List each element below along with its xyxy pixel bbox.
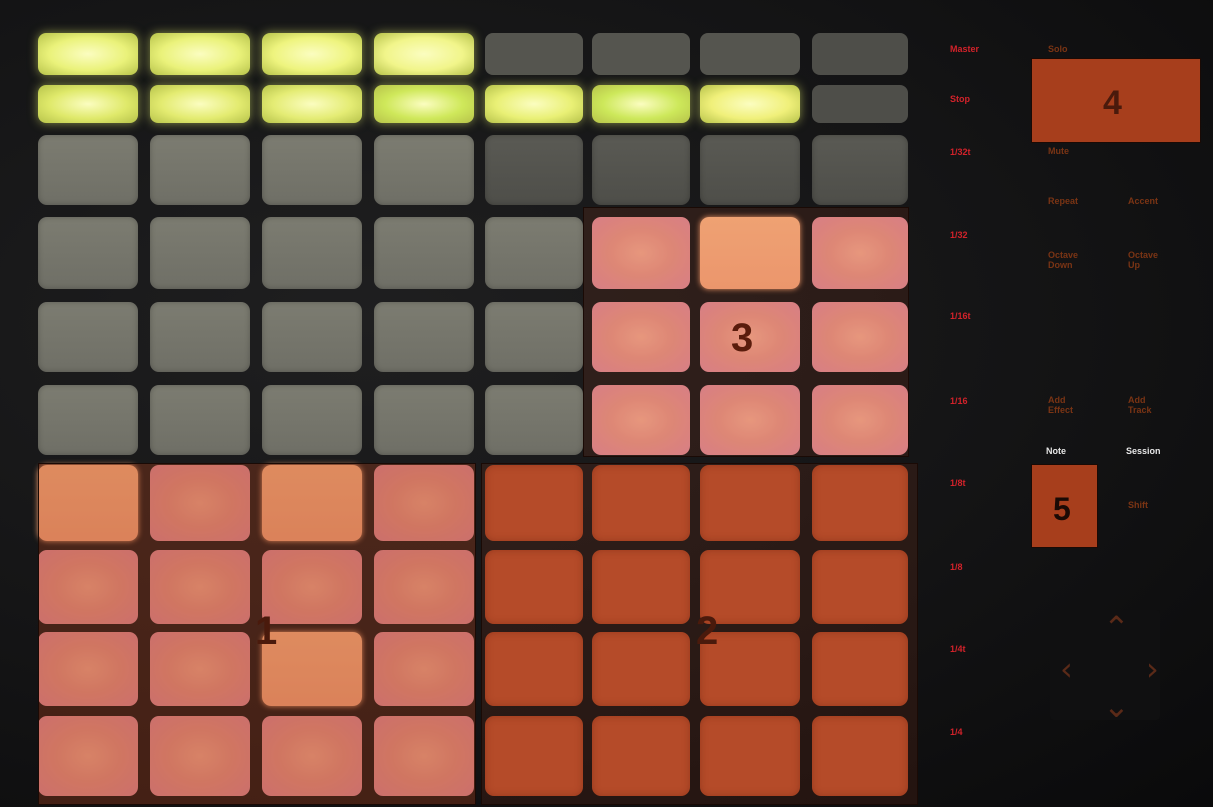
zone-2-label: 2 [696,609,719,653]
track-button-r2-c7[interactable] [700,85,800,123]
note-button[interactable]: Note [1046,446,1066,456]
pad-r1-c1[interactable] [38,135,138,205]
up-arrow-icon[interactable]: ⌃ [1103,612,1130,644]
track-button-r1-c8[interactable] [812,33,908,75]
track-button-r2-c1[interactable] [38,85,138,123]
pad-r2-c3[interactable] [262,217,362,289]
left-arrow-icon[interactable]: ‹ [1060,653,1073,685]
zone-4-label: 4 [1103,84,1122,122]
pad-r4-c2[interactable] [150,385,250,455]
track-button-r2-c3[interactable] [262,85,362,123]
pad-r1-c4[interactable] [374,135,474,205]
track-button-r1-c5[interactable] [485,33,583,75]
right-arrow-icon[interactable]: › [1146,653,1159,685]
pad-r1-c7[interactable] [700,135,800,205]
track-button-r2-c2[interactable] [150,85,250,123]
pad-r3-c1[interactable] [38,302,138,372]
pad-r4-c4[interactable] [374,385,474,455]
mute-button[interactable]: Mute [1048,146,1069,156]
zone-3-label: 3 [731,316,754,360]
scene-button-1-4[interactable]: 1/4 [950,727,963,737]
add-track-button[interactable]: Add Track [1128,395,1158,415]
octave-up-button[interactable]: Octave Up [1128,250,1164,270]
pad-r3-c2[interactable] [150,302,250,372]
solo-button[interactable]: Solo [1048,44,1068,54]
pad-r1-c5[interactable] [485,135,583,205]
scene-button-1-8[interactable]: 1/8 [950,562,963,572]
add-effect-button[interactable]: Add Effect [1048,395,1078,415]
scene-button-1-16t[interactable]: 1/16t [950,311,971,321]
pad-r4-c3[interactable] [262,385,362,455]
scene-button-1-8t[interactable]: 1/8t [950,478,966,488]
pad-r1-c3[interactable] [262,135,362,205]
pad-r3-c3[interactable] [262,302,362,372]
pad-r3-c5[interactable] [485,302,583,372]
pad-r1-c2[interactable] [150,135,250,205]
scene-button-master[interactable]: Master [950,44,979,54]
shift-button[interactable]: Shift [1128,500,1148,510]
pad-r4-c5[interactable] [485,385,583,455]
push-controller-photo: 1 2 3 4 5 Master Stop 1/32t 1/32 1/16t 1… [0,0,1213,807]
track-button-r1-c6[interactable] [592,33,690,75]
scene-button-stop[interactable]: Stop [950,94,970,104]
track-button-r1-c2[interactable] [150,33,250,75]
pad-r4-c1[interactable] [38,385,138,455]
track-button-r1-c7[interactable] [700,33,800,75]
pad-r1-c8[interactable] [812,135,908,205]
down-arrow-icon[interactable]: ⌄ [1103,690,1130,722]
repeat-button[interactable]: Repeat [1048,196,1078,206]
pad-r2-c2[interactable] [150,217,250,289]
track-button-r1-c3[interactable] [262,33,362,75]
track-button-r1-c4[interactable] [374,33,474,75]
track-button-r2-c4[interactable] [374,85,474,123]
pad-r2-c5[interactable] [485,217,583,289]
track-button-r2-c6[interactable] [592,85,690,123]
track-button-r1-c1[interactable] [38,33,138,75]
track-button-r2-c5[interactable] [485,85,583,123]
scene-button-1-32t[interactable]: 1/32t [950,147,971,157]
accent-button[interactable]: Accent [1128,196,1158,206]
pad-r1-c6[interactable] [592,135,690,205]
track-button-r2-c8[interactable] [812,85,908,123]
octave-down-button[interactable]: Octave Down [1048,250,1084,270]
zone-5-label: 5 [1053,491,1071,527]
pad-r2-c4[interactable] [374,217,474,289]
pad-r3-c4[interactable] [374,302,474,372]
scene-button-1-32[interactable]: 1/32 [950,230,968,240]
scene-button-1-16[interactable]: 1/16 [950,396,968,406]
scene-button-1-4t[interactable]: 1/4t [950,644,966,654]
session-button[interactable]: Session [1126,446,1161,456]
pad-r2-c1[interactable] [38,217,138,289]
zone-1-label: 1 [255,609,278,653]
